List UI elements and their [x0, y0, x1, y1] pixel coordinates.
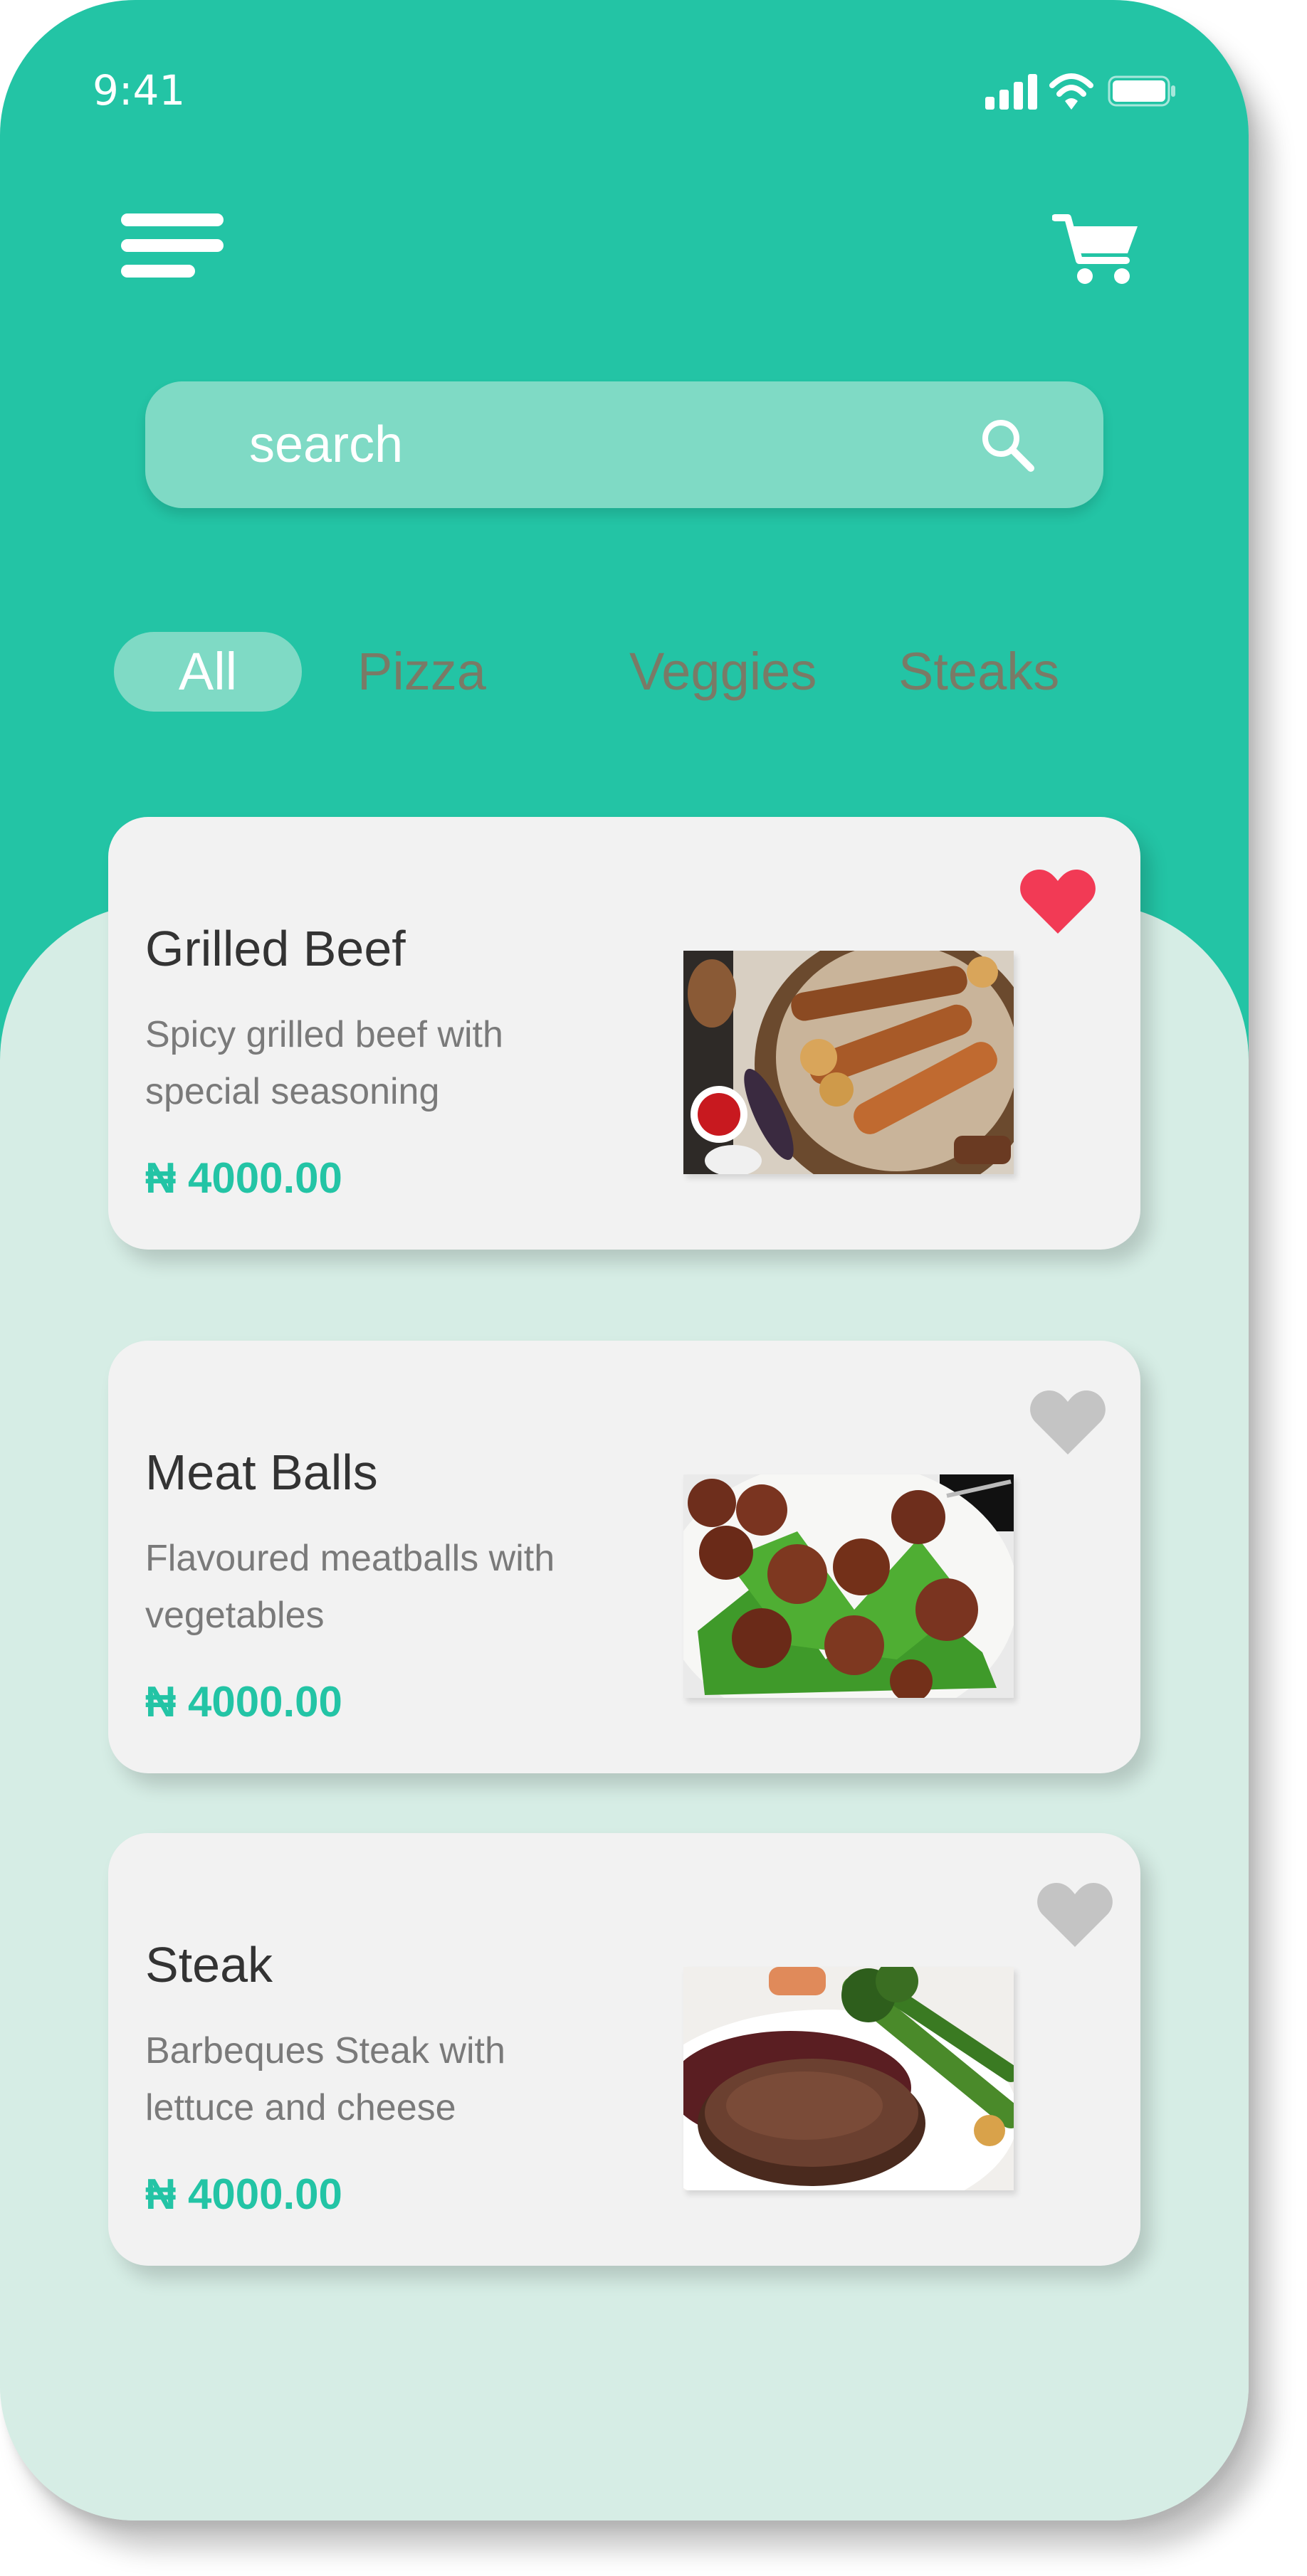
- tab-pizza[interactable]: Pizza: [357, 632, 486, 712]
- item-title: Steak: [145, 1937, 273, 1992]
- item-price: ₦ 4000.00: [145, 1154, 342, 1202]
- item-description: Spicy grilled beef with special seasonin…: [145, 1014, 503, 1112]
- item-description: Barbeques Steak with lettuce and cheese: [145, 2030, 505, 2128]
- steak-photo: [683, 1967, 1014, 2190]
- cellular-signal-icon: [985, 74, 1037, 110]
- item-title: Meat Balls: [145, 1445, 378, 1500]
- tab-steaks[interactable]: Steaks: [898, 632, 1059, 712]
- item-title: Grilled Beef: [145, 921, 406, 976]
- status-time: 9:41: [93, 66, 186, 115]
- item-price: ₦ 4000.00: [145, 1678, 342, 1726]
- favorite-heart-icon[interactable]: [1018, 867, 1098, 938]
- menu-bar-bottom: [121, 265, 195, 278]
- search-bar[interactable]: [145, 381, 1103, 508]
- battery-icon: [1108, 75, 1175, 107]
- phone-screen: 9:41 All Pizza Veggies Steaks: [0, 0, 1249, 2520]
- menu-button[interactable]: [121, 213, 224, 278]
- menu-item-card-steak[interactable]: Steak Barbeques Steak with lettuce and c…: [108, 1833, 1140, 2266]
- menu-bar-middle: [121, 239, 224, 252]
- menu-bar-top: [121, 213, 224, 226]
- favorite-heart-icon[interactable]: [1035, 1880, 1115, 1951]
- grilled-beef-photo: [683, 951, 1014, 1174]
- favorite-heart-icon[interactable]: [1028, 1388, 1108, 1459]
- tab-all[interactable]: All: [114, 632, 302, 712]
- item-price: ₦ 4000.00: [145, 2170, 342, 2218]
- meatballs-photo: [683, 1474, 1014, 1698]
- menu-item-card-meat-balls[interactable]: Meat Balls Flavoured meatballs with vege…: [108, 1341, 1140, 1773]
- search-input[interactable]: [248, 406, 960, 484]
- search-icon[interactable]: [977, 414, 1036, 474]
- item-description: Flavoured meatballs with vegetables: [145, 1538, 555, 1636]
- wifi-icon: [1049, 73, 1093, 110]
- tab-veggies[interactable]: Veggies: [629, 632, 817, 712]
- menu-item-card-grilled-beef[interactable]: Grilled Beef Spicy grilled beef with spe…: [108, 817, 1140, 1250]
- shopping-cart-icon[interactable]: [1052, 211, 1140, 285]
